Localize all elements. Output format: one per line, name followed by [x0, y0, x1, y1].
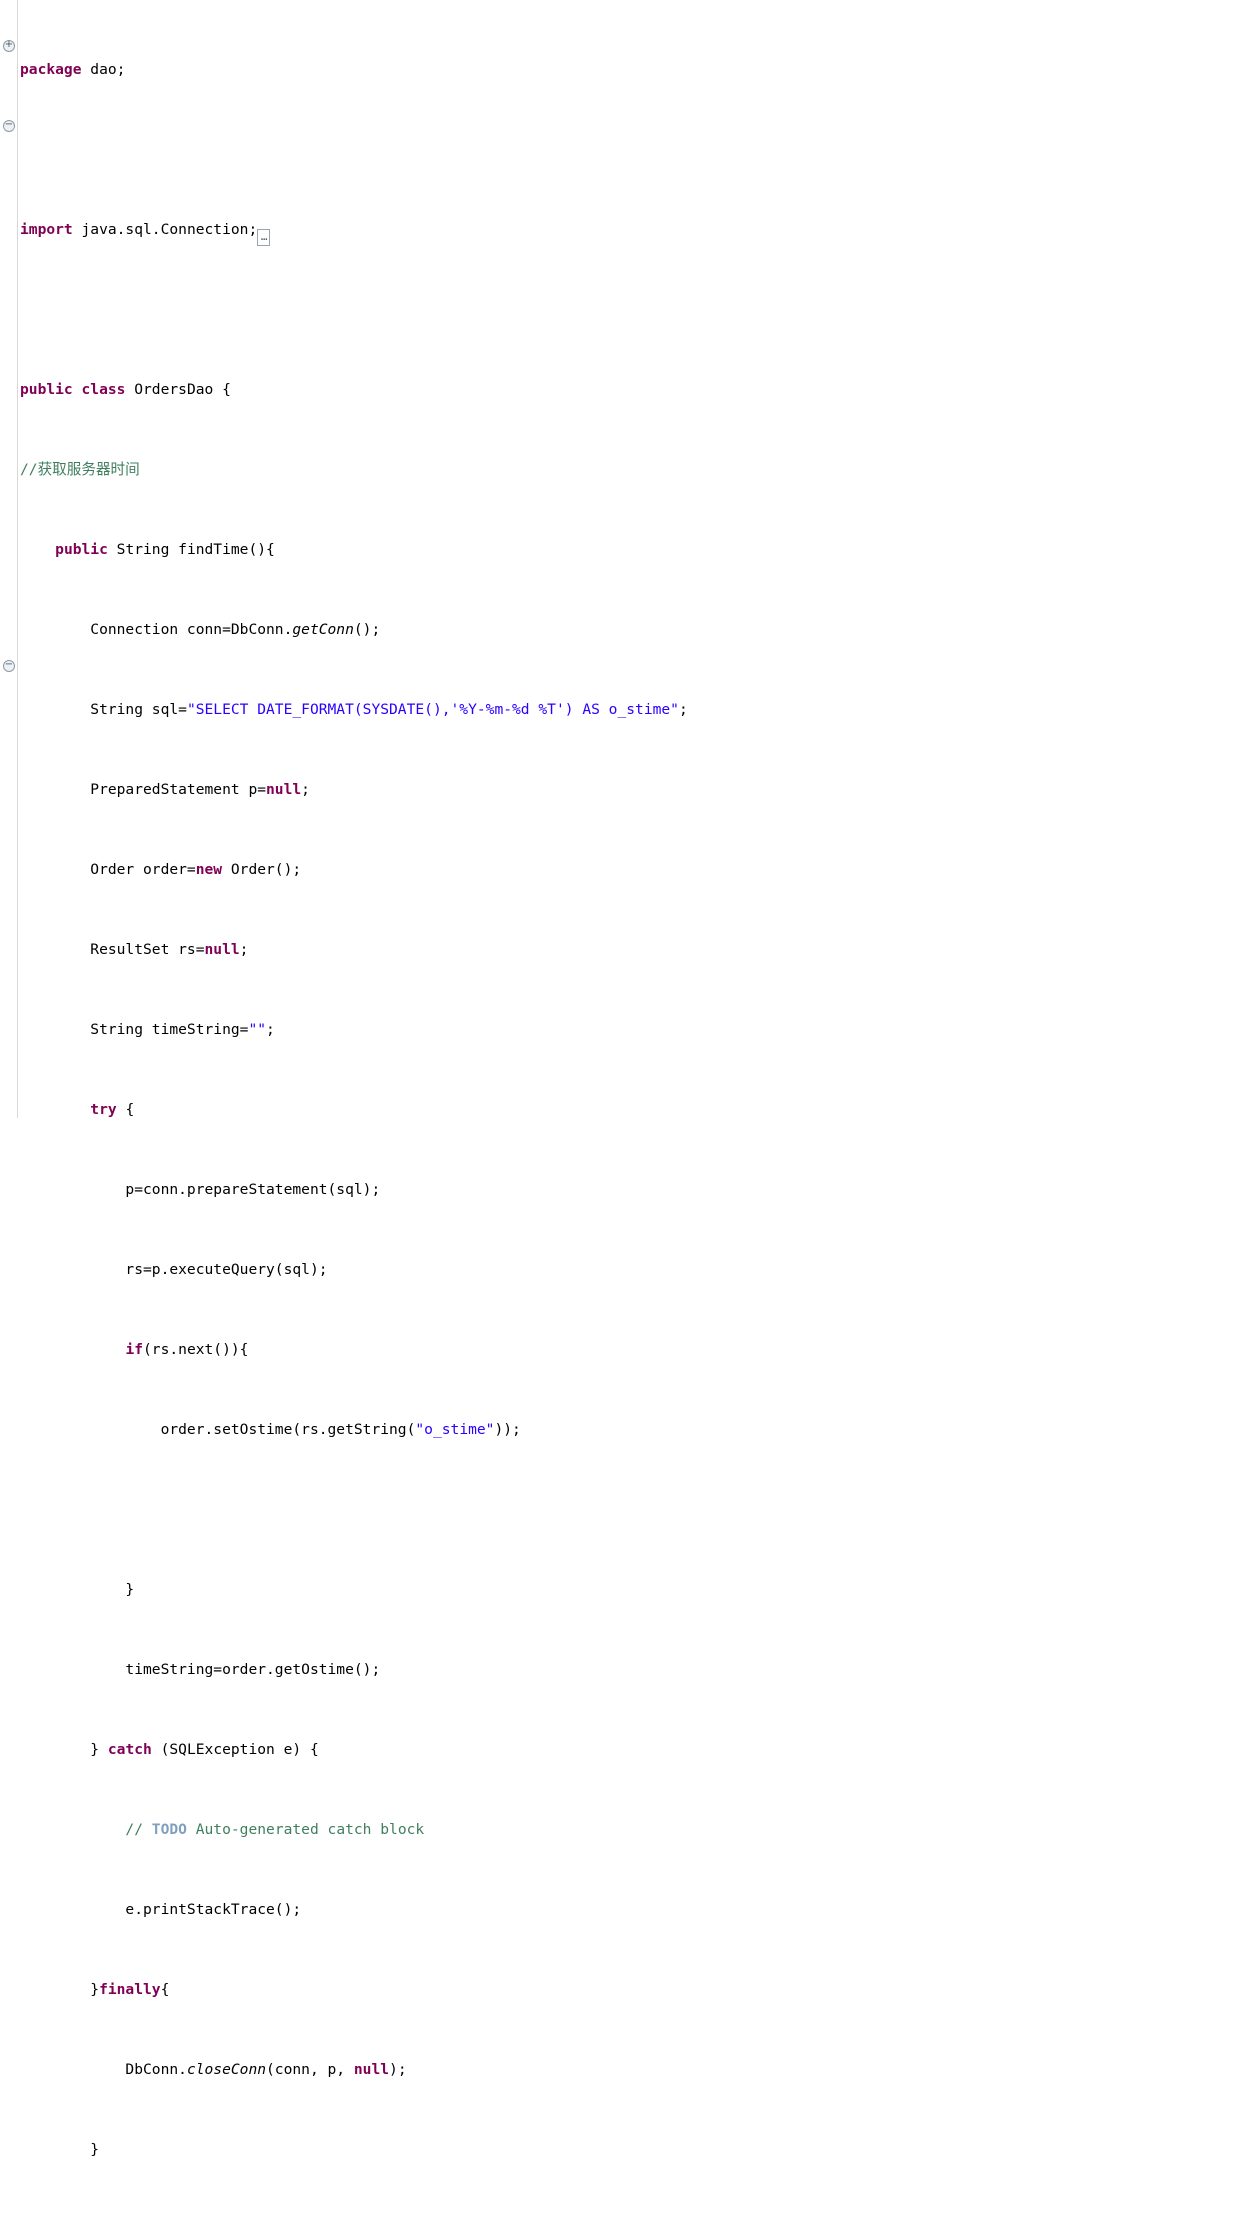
code-text: (rs.next()){ — [143, 1341, 249, 1358]
folding-gutter: + − − — [0, 0, 17, 1118]
code-line[interactable]: }finally{ — [18, 1980, 1240, 2000]
code-line[interactable]: import java.sql.Connection;… — [18, 220, 1240, 246]
code-line[interactable]: } — [18, 2140, 1240, 2160]
static-method-closeconn: closeConn — [186, 2061, 267, 2078]
code-line-comment[interactable]: // TODO Auto-generated catch block — [18, 1820, 1240, 1840]
code-text: timeString=order.getOstime(); — [20, 1661, 381, 1678]
keyword-if: if — [125, 1341, 144, 1358]
code-text: } — [20, 1741, 108, 1758]
code-text: Connection conn=DbConn. — [20, 621, 293, 638]
code-line[interactable]: order.setOstime(rs.getString("o_stime"))… — [18, 1420, 1240, 1440]
code-text: ; — [301, 781, 310, 798]
code-text: (conn, p, — [266, 2061, 354, 2078]
todo-tag: TODO — [151, 1821, 187, 1838]
code-text: } — [20, 1581, 135, 1598]
comment-text: // — [20, 1821, 152, 1838]
code-line[interactable]: package dao; — [18, 60, 1240, 80]
code-text: OrdersDao { — [125, 381, 231, 398]
keyword-public-class: public class — [20, 381, 126, 398]
code-text: java.sql.Connection; — [72, 221, 258, 238]
keyword-null: null — [266, 781, 302, 798]
fold-toggle-addorder-method[interactable]: − — [3, 660, 15, 672]
code-line[interactable]: public class OrdersDao { — [18, 380, 1240, 400]
code-line[interactable]: DbConn.closeConn(conn, p, null); — [18, 2060, 1240, 2080]
code-text: order.setOstime(rs.getString( — [20, 1421, 416, 1438]
plus-icon: + — [4, 39, 14, 50]
fold-toggle-findtime-method[interactable]: − — [3, 120, 15, 132]
code-text: ); — [389, 2061, 407, 2078]
minus-icon: − — [4, 659, 14, 670]
keyword-import: import — [20, 221, 73, 238]
code-line-blank[interactable] — [18, 2220, 1240, 2236]
static-method-getconn: getConn — [292, 621, 354, 638]
code-text: )); — [494, 1421, 521, 1438]
code-line[interactable]: } — [18, 1580, 1240, 1600]
keyword-public: public — [55, 541, 108, 558]
code-line[interactable]: public String findTime(){ — [18, 540, 1240, 560]
code-line-blank[interactable] — [18, 300, 1240, 320]
collapsed-import-placeholder[interactable]: … — [257, 229, 271, 246]
code-text: String sql= — [20, 701, 187, 718]
code-line[interactable]: e.printStackTrace(); — [18, 1900, 1240, 1920]
code-text: ; — [678, 701, 688, 718]
keyword-new: new — [195, 861, 223, 878]
code-text: String timeString= — [20, 1021, 249, 1038]
code-text: ; — [239, 941, 249, 958]
code-line[interactable]: Connection conn=DbConn.getConn(); — [18, 620, 1240, 640]
minus-icon: − — [4, 119, 14, 130]
string-literal-select-sql: "SELECT DATE_FORMAT(SYSDATE(),'%Y-%m-%d … — [186, 701, 679, 718]
code-line[interactable]: Order order=new Order(); — [18, 860, 1240, 880]
code-text: Order(); — [222, 861, 302, 878]
code-text: String findTime(){ — [107, 541, 275, 558]
keyword-try: try — [90, 1101, 117, 1118]
keyword-null: null — [353, 2061, 390, 2078]
code-text: p=conn.prepareStatement(sql); — [20, 1181, 381, 1198]
code-text: { — [160, 1981, 170, 1998]
code-line[interactable]: p=conn.prepareStatement(sql); — [18, 1180, 1240, 1200]
code-text: ResultSet rs= — [20, 941, 205, 958]
code-line[interactable]: PreparedStatement p=null; — [18, 780, 1240, 800]
code-line[interactable]: ResultSet rs=null; — [18, 940, 1240, 960]
code-line[interactable]: rs=p.executeQuery(sql); — [18, 1260, 1240, 1280]
comment-text: //获取服务器时间 — [20, 461, 140, 478]
code-line[interactable]: try { — [18, 1100, 1240, 1120]
comment-text: Auto-generated catch block — [186, 1821, 425, 1838]
string-literal-empty: "" — [248, 1021, 267, 1038]
code-line[interactable]: if(rs.next()){ — [18, 1340, 1240, 1360]
code-line-comment[interactable]: //获取服务器时间 — [18, 460, 1240, 480]
keyword-catch: catch — [107, 1741, 152, 1758]
code-text: } — [20, 1981, 100, 1998]
keyword-package: package — [20, 61, 82, 78]
code-text: PreparedStatement p= — [20, 781, 267, 798]
code-text: (); — [353, 621, 381, 638]
code-text: (SQLException e) { — [151, 1741, 319, 1758]
code-text: { — [116, 1101, 135, 1118]
fold-toggle-import-collapsed[interactable]: + — [3, 40, 15, 52]
code-text: } — [20, 2141, 100, 2158]
keyword-finally: finally — [99, 1981, 161, 1998]
java-code-editor[interactable]: + − − package dao; import java.sql.Conne… — [0, 0, 1240, 2158]
code-text: dao; — [81, 61, 126, 78]
code-content[interactable]: package dao; import java.sql.Connection;… — [18, 0, 1240, 2236]
code-line[interactable]: String sql="SELECT DATE_FORMAT(SYSDATE()… — [18, 700, 1240, 720]
code-line-blank[interactable] — [18, 1500, 1240, 1520]
code-text: e.printStackTrace(); — [20, 1901, 302, 1918]
code-line[interactable]: timeString=order.getOstime(); — [18, 1660, 1240, 1680]
code-line-blank[interactable] — [18, 140, 1240, 160]
code-text: ; — [266, 1021, 275, 1038]
string-literal-ostime-column: "o_stime" — [415, 1421, 495, 1438]
code-text: DbConn. — [20, 2061, 187, 2078]
code-line[interactable]: String timeString=""; — [18, 1020, 1240, 1040]
code-text: Order order= — [20, 861, 196, 878]
code-line[interactable]: } catch (SQLException e) { — [18, 1740, 1240, 1760]
keyword-null: null — [204, 941, 240, 958]
code-text: rs=p.executeQuery(sql); — [20, 1261, 328, 1278]
